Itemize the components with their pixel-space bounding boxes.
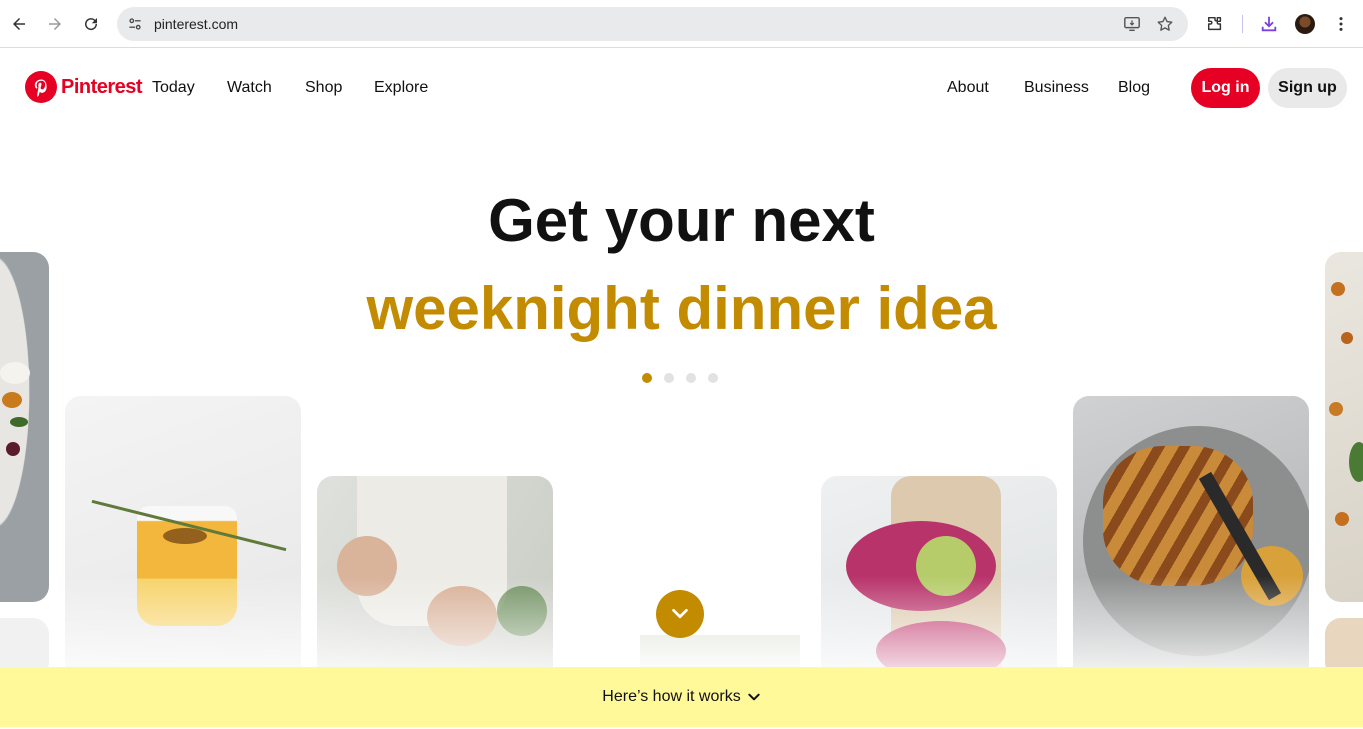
extensions-icon[interactable] [1204, 13, 1226, 35]
hero-title: Get your next [488, 187, 875, 254]
profile-avatar[interactable] [1295, 14, 1315, 34]
nav-today[interactable]: Today [152, 79, 195, 97]
food-image-salad[interactable] [0, 252, 49, 602]
address-bar[interactable]: pinterest.com [117, 7, 1188, 41]
nav-blog[interactable]: Blog [1118, 79, 1150, 97]
food-image-chickpeas[interactable] [1325, 252, 1363, 602]
more-menu-icon[interactable] [1330, 13, 1352, 35]
url-text[interactable]: pinterest.com [154, 16, 238, 32]
signup-button[interactable]: Sign up [1268, 68, 1347, 108]
scroll-down-button[interactable] [656, 590, 704, 638]
carousel-dots [642, 373, 718, 383]
forward-arrow-icon[interactable] [43, 12, 67, 36]
nav-business[interactable]: Business [1024, 79, 1089, 97]
browser-toolbar: pinterest.com [0, 0, 1363, 48]
hero-subtitle: weeknight dinner idea [366, 275, 997, 342]
download-icon[interactable] [1258, 13, 1280, 35]
bookmark-star-icon[interactable] [1156, 15, 1174, 33]
food-image-grilled-chicken[interactable] [1073, 396, 1309, 686]
back-arrow-icon[interactable] [7, 12, 31, 36]
carousel-dot-2[interactable] [664, 373, 674, 383]
nav-shop[interactable]: Shop [305, 79, 342, 97]
reload-icon[interactable] [79, 12, 103, 36]
login-button[interactable]: Log in [1191, 68, 1260, 108]
how-it-works-label[interactable]: Here’s how it works [602, 688, 740, 706]
nav-watch[interactable]: Watch [227, 79, 272, 97]
carousel-dot-3[interactable] [686, 373, 696, 383]
food-image-soup-glass[interactable] [65, 396, 301, 686]
install-app-icon[interactable] [1123, 15, 1141, 33]
site-info-icon[interactable] [125, 14, 145, 34]
nav-about[interactable]: About [947, 79, 989, 97]
carousel-dot-4[interactable] [708, 373, 718, 383]
chevron-down-icon [672, 608, 688, 619]
brand-name[interactable]: Pinterest [61, 76, 143, 99]
toolbar-divider [1242, 15, 1243, 33]
nav-explore[interactable]: Explore [374, 79, 428, 97]
food-image-hands-herbs[interactable] [317, 476, 553, 686]
pinterest-logo-icon[interactable] [25, 71, 57, 103]
site-header: Pinterest Today Watch Shop Explore About… [0, 49, 1363, 129]
carousel-dot-1[interactable] [642, 373, 652, 383]
how-it-works-bar[interactable]: Here’s how it works [0, 667, 1363, 727]
chevron-down-icon [748, 693, 760, 701]
food-image-beet-toast[interactable] [821, 476, 1057, 686]
